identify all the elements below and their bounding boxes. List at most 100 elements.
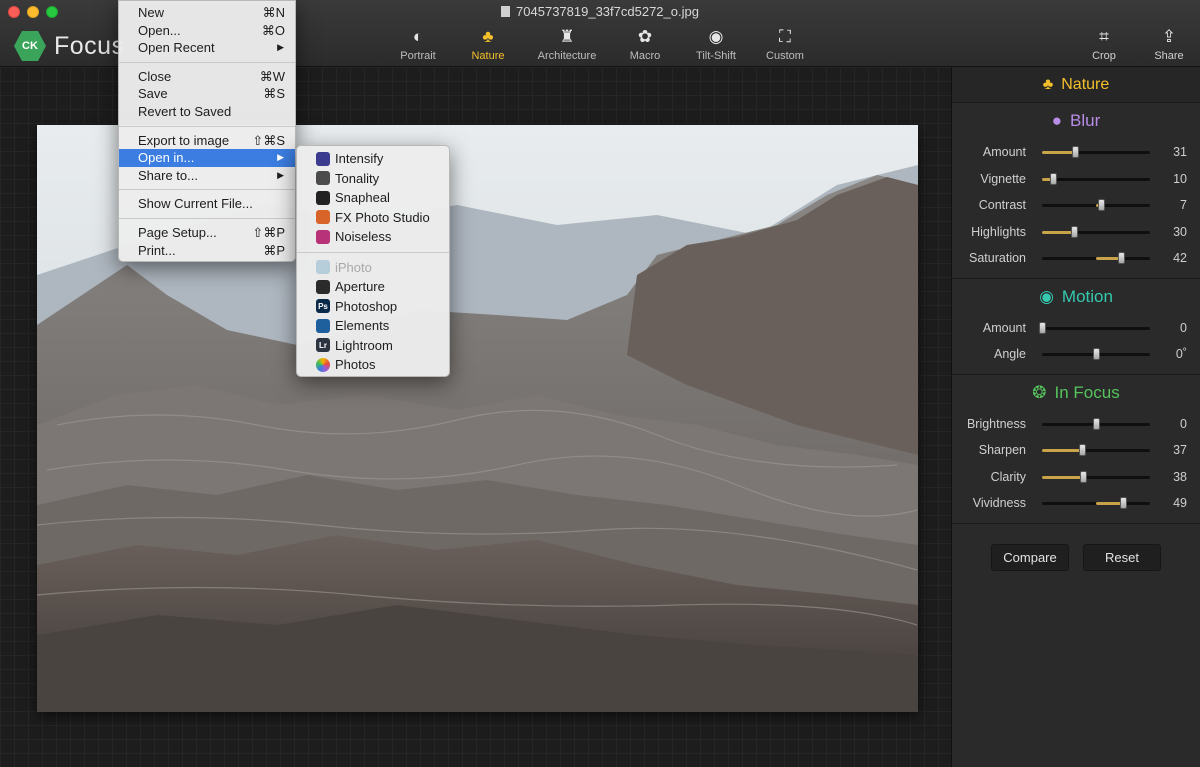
- open-in-fx-photo-studio[interactable]: FX Photo Studio: [297, 208, 449, 228]
- elements-icon: [316, 318, 330, 333]
- slider-knob[interactable]: [1117, 252, 1125, 264]
- adjustments-panel: ♣ Nature ● Blur Amount 31 Vignette 10 Co…: [951, 67, 1200, 767]
- tiltshift-icon: ◉: [708, 27, 724, 46]
- open-in-aperture[interactable]: Aperture: [297, 277, 449, 297]
- snapheal-icon: [316, 190, 330, 205]
- menu-shortcut: ⌘N: [262, 5, 285, 20]
- photos-icon: [316, 357, 330, 372]
- panel-buttons: Compare Reset: [952, 543, 1200, 571]
- focus-vividness-slider[interactable]: Vividness 49: [952, 490, 1200, 517]
- blur-vignette-slider[interactable]: Vignette 10: [952, 166, 1200, 193]
- mode-custom[interactable]: ⛶ Custom: [745, 26, 825, 62]
- motion-angle-slider[interactable]: Angle 0˚: [952, 341, 1200, 368]
- mode-architecture[interactable]: ♜ Architecture: [527, 26, 607, 62]
- blur-saturation-slider[interactable]: Saturation 42: [952, 245, 1200, 272]
- menu-separator: [119, 61, 295, 63]
- open-in-elements[interactable]: Elements: [297, 316, 449, 336]
- focus-app-window: 7045737819_33f7cd5272_o.jpg CK Focus ◐ Po…: [0, 0, 1200, 767]
- menu-shortcut: ⇧⌘P: [252, 224, 285, 240]
- menu-item-open[interactable]: Open... ⌘O: [119, 22, 295, 40]
- menu-item-save[interactable]: Save ⌘S: [119, 85, 295, 103]
- flower-icon: ✿: [637, 27, 653, 46]
- slider-knob[interactable]: [1039, 321, 1046, 334]
- crop-button[interactable]: ⌗ Crop: [1079, 26, 1129, 62]
- blur-contrast-slider[interactable]: Contrast 7: [952, 192, 1200, 219]
- menu-item-page-setup[interactable]: Page Setup... ⇧⌘P: [119, 224, 295, 242]
- drop-icon: ●: [1051, 111, 1063, 130]
- submenu-arrow-icon: ▶: [277, 169, 284, 180]
- share-button[interactable]: ⇪ Share: [1144, 26, 1194, 62]
- reset-button[interactable]: Reset: [1083, 543, 1161, 571]
- menu-item-show-current-file[interactable]: Show Current File...: [119, 195, 295, 213]
- motion-icon: ◉: [1039, 286, 1054, 306]
- slider-knob[interactable]: [1093, 348, 1100, 360]
- slider-knob[interactable]: [1078, 444, 1086, 456]
- menu-item-open-in[interactable]: Open in... ▶: [119, 149, 295, 167]
- fx-photo-studio-icon: [316, 210, 330, 225]
- menu-item-share-to[interactable]: Share to... ▶: [119, 167, 295, 185]
- menu-separator: [119, 189, 295, 191]
- blur-amount-slider[interactable]: Amount 31: [952, 139, 1200, 166]
- slider-knob[interactable]: [1071, 225, 1079, 238]
- focus-brightness-slider[interactable]: Brightness 0: [952, 411, 1200, 438]
- lightroom-icon: Lr: [316, 338, 330, 353]
- menu-shortcut: ⌘W: [259, 68, 285, 84]
- tree-icon: ♣: [482, 27, 494, 46]
- menu-shortcut: ⌘O: [261, 22, 285, 38]
- mode-portrait[interactable]: ◐ Portrait: [378, 26, 458, 62]
- share-icon: ⇪: [1161, 27, 1177, 46]
- blur-highlights-slider[interactable]: Highlights 30: [952, 219, 1200, 246]
- custom-icon: ⛶: [779, 27, 791, 46]
- menu-separator: [119, 125, 295, 127]
- menu-item-revert-to-saved[interactable]: Revert to Saved: [119, 103, 295, 121]
- noiseless-icon: [316, 229, 330, 244]
- mode-macro[interactable]: ✿ Macro: [605, 26, 685, 62]
- menu-item-print[interactable]: Print... ⌘P: [119, 242, 295, 260]
- menu-item-new[interactable]: New ⌘N: [119, 4, 295, 22]
- menu-item-open-recent[interactable]: Open Recent ▶: [119, 39, 295, 57]
- blur-section-title: ● Blur: [1051, 111, 1101, 130]
- menu-shortcut: ⌘S: [263, 86, 285, 102]
- focus-icon: ❂: [1032, 382, 1047, 402]
- aperture-icon: [316, 279, 330, 294]
- file-menu: New ⌘N Open... ⌘O Open Recent ▶ Close ⌘W Save ⌘S R…: [118, 0, 296, 262]
- slider-knob[interactable]: [1098, 199, 1106, 211]
- open-in-intensify[interactable]: Intensify: [297, 149, 449, 169]
- menu-item-close[interactable]: Close ⌘W: [119, 68, 295, 86]
- ck-badge-icon: CK: [14, 30, 46, 62]
- document-icon: [501, 6, 511, 17]
- app-logo: CK Focus: [14, 30, 125, 62]
- crop-icon: ⌗: [1099, 27, 1109, 46]
- open-in-tonality[interactable]: Tonality: [297, 169, 449, 189]
- motion-section-title: ◉ Motion: [1039, 286, 1113, 306]
- open-in-snapheal[interactable]: Snapheal: [297, 188, 449, 208]
- menu-separator: [297, 251, 449, 253]
- menu-shortcut: ⌘P: [263, 242, 285, 258]
- menu-shortcut: ⇧⌘S: [252, 132, 285, 148]
- open-in-submenu: Intensify Tonality Snapheal FX Photo Studio…: [296, 145, 450, 377]
- slider-knob[interactable]: [1049, 172, 1057, 185]
- slider-knob[interactable]: [1093, 417, 1100, 430]
- open-in-iphoto: iPhoto: [297, 258, 449, 278]
- slider-knob[interactable]: [1072, 146, 1080, 158]
- open-in-photoshop[interactable]: Ps Photoshop: [297, 297, 449, 317]
- panel-title: Nature: [1061, 75, 1110, 93]
- focus-clarity-slider[interactable]: Clarity 38: [952, 464, 1200, 491]
- compare-button[interactable]: Compare: [991, 543, 1069, 571]
- slider-knob[interactable]: [1080, 470, 1088, 483]
- iphoto-icon: [316, 260, 330, 275]
- mode-tilt-shift[interactable]: ◉ Tilt-Shift: [676, 26, 756, 62]
- menu-item-export-to-image[interactable]: Export to image ⇧⌘S: [119, 132, 295, 150]
- app-name: Focus: [54, 31, 125, 60]
- open-in-photos[interactable]: Photos: [297, 355, 449, 375]
- open-in-lightroom[interactable]: Lr Lightroom: [297, 336, 449, 356]
- intensify-icon: [316, 151, 330, 166]
- mode-nature[interactable]: ♣ Nature: [448, 26, 528, 62]
- motion-amount-slider[interactable]: Amount 0: [952, 315, 1200, 342]
- slider-knob[interactable]: [1120, 497, 1127, 509]
- focus-sharpen-slider[interactable]: Sharpen 37: [952, 437, 1200, 464]
- submenu-arrow-icon: ▶: [277, 42, 284, 53]
- open-in-noiseless[interactable]: Noiseless: [297, 227, 449, 247]
- statue-icon: ♜: [559, 27, 575, 46]
- tree-icon: ♣: [1042, 75, 1054, 93]
